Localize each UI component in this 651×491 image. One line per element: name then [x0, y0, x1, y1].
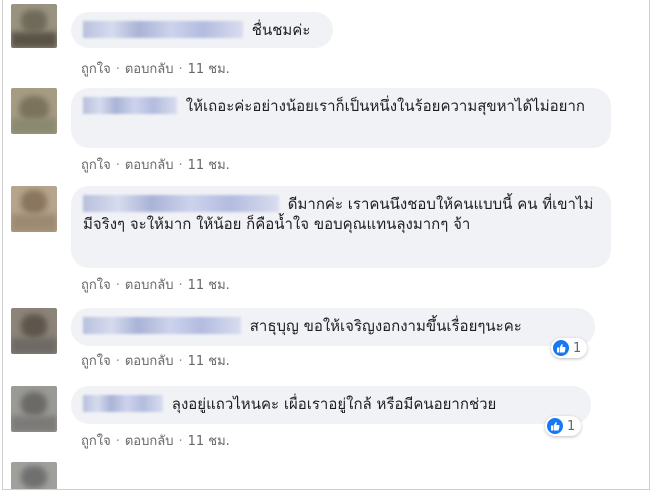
like-link[interactable]: ถูกใจ	[81, 62, 111, 77]
reaction-count: 1	[567, 418, 576, 434]
separator-dot: ·	[115, 354, 120, 369]
like-link[interactable]: ถูกใจ	[81, 158, 111, 173]
reply-link[interactable]: ตอบกลับ	[125, 158, 174, 173]
commenter-name[interactable]	[83, 317, 241, 334]
avatar[interactable]	[11, 4, 57, 48]
comment-text: ลุงอยู่แถวไหนคะ เผื่อเราอยู่ใกล้ หรือมีค…	[171, 395, 497, 413]
comment-actions: ถูกใจ · ตอบกลับ · 11 ชม.	[81, 430, 230, 451]
commenter-name[interactable]	[83, 21, 243, 38]
avatar[interactable]	[11, 386, 57, 432]
like-thumb-icon	[547, 418, 563, 434]
separator-dot: ·	[115, 278, 120, 293]
separator-dot: ·	[115, 158, 120, 173]
comment-actions: ถูกใจ · ตอบกลับ · 11 ชม.	[81, 58, 230, 79]
avatar[interactable]	[11, 88, 57, 134]
comment-bubble: ให้เถอะค่ะอย่างน้อยเราก็เป็นหนึ่งในร้อยค…	[71, 88, 611, 148]
comment-actions: ถูกใจ · ตอบกลับ · 11 ชม.	[81, 154, 230, 175]
comment-actions: ถูกใจ · ตอบกลับ · 11 ชม.	[81, 350, 230, 371]
reply-link[interactable]: ตอบกลับ	[125, 278, 174, 293]
avatar[interactable]	[11, 186, 57, 232]
timestamp[interactable]: 11 ชม.	[188, 354, 230, 369]
reply-link[interactable]: ตอบกลับ	[125, 354, 174, 369]
like-link[interactable]: ถูกใจ	[81, 354, 111, 369]
timestamp[interactable]: 11 ชม.	[188, 278, 230, 293]
comment-bubble: ชื่นชมค่ะ	[71, 12, 333, 48]
commenter-name[interactable]	[83, 395, 163, 412]
reaction-count-badge[interactable]: 1	[545, 416, 582, 436]
reply-link[interactable]: ตอบกลับ	[125, 62, 174, 77]
comment-bubble: ลุงอยู่แถวไหนคะ เผื่อเราอยู่ใกล้ หรือมีค…	[71, 386, 591, 424]
separator-dot: ·	[178, 278, 183, 293]
reaction-count-badge[interactable]: 1	[551, 338, 588, 358]
separator-dot: ·	[178, 354, 183, 369]
like-link[interactable]: ถูกใจ	[81, 278, 111, 293]
comment-actions: ถูกใจ · ตอบกลับ · 11 ชม.	[81, 274, 230, 295]
timestamp[interactable]: 11 ชม.	[188, 434, 230, 449]
comment-text: ชื่นชมค่ะ	[251, 21, 311, 39]
reply-link[interactable]: ตอบกลับ	[125, 434, 174, 449]
timestamp[interactable]: 11 ชม.	[188, 158, 230, 173]
comments-panel: ชื่นชมค่ะ ถูกใจ · ตอบกลับ · 11 ชม. ให้เถอะค่…	[2, 0, 650, 490]
comment-bubble: สาธุบุญ ขอให้เจริญงอกงามขึ้นเรื่อยๆนะคะ	[71, 308, 595, 346]
like-thumb-icon	[553, 340, 569, 356]
separator-dot: ·	[115, 434, 120, 449]
avatar[interactable]	[11, 308, 57, 354]
comment-text: ให้เถอะค่ะอย่างน้อยเราก็เป็นหนึ่งในร้อยค…	[185, 97, 585, 115]
separator-dot: ·	[178, 434, 183, 449]
separator-dot: ·	[178, 158, 183, 173]
avatar[interactable]	[11, 462, 57, 489]
commenter-name[interactable]	[83, 195, 279, 212]
comment-text: สาธุบุญ ขอให้เจริญงอกงามขึ้นเรื่อยๆนะคะ	[249, 317, 522, 335]
like-link[interactable]: ถูกใจ	[81, 434, 111, 449]
commenter-name[interactable]	[83, 97, 177, 114]
reaction-count: 1	[573, 340, 582, 356]
timestamp[interactable]: 11 ชม.	[188, 62, 230, 77]
separator-dot: ·	[178, 62, 183, 77]
separator-dot: ·	[115, 62, 120, 77]
comment-bubble: ดีมากค่ะ เราคนนึงชอบให้คนแบบนี้ คน ที่เข…	[71, 186, 611, 268]
